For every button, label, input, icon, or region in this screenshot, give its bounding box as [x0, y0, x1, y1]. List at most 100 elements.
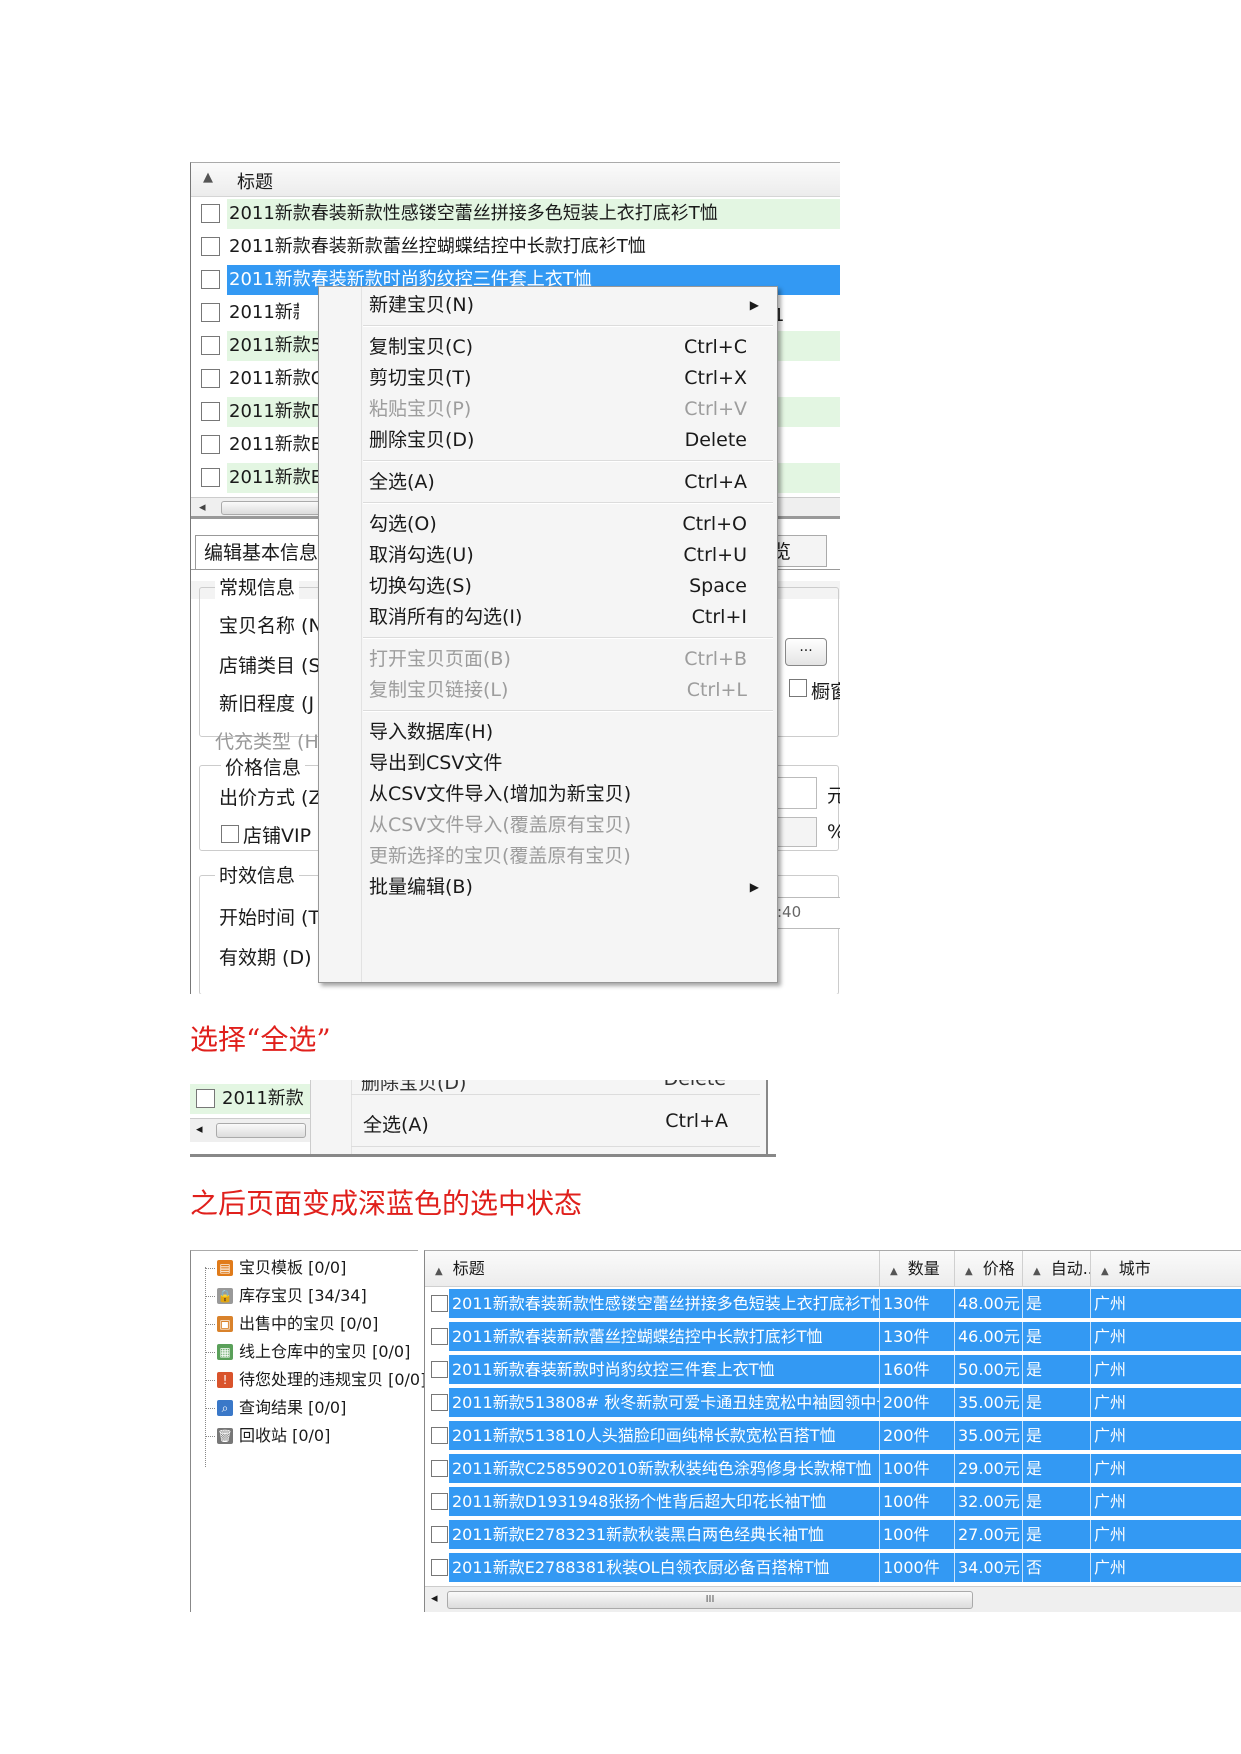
- menu-item[interactable]: 全选(A) Ctrl+A: [369, 466, 759, 498]
- row-checkbox[interactable]: [201, 369, 220, 388]
- menu-item-label: 批量编辑(B): [369, 876, 473, 898]
- column-header[interactable]: ▲ 自动...: [1023, 1251, 1091, 1287]
- tree-node[interactable]: 🔒 库存宝贝 [34/34]: [205, 1281, 367, 1311]
- menu-item[interactable]: 从CSV文件导入(增加为新宝贝): [369, 778, 759, 810]
- submenu-arrow-icon: ▶: [749, 880, 759, 894]
- menu-item[interactable]: 导出到CSV文件: [369, 747, 759, 779]
- table-cell: 130件: [880, 1322, 955, 1351]
- menu-item[interactable]: 复制宝贝(C) Ctrl+C: [369, 331, 759, 363]
- table-row[interactable]: 2011新款C2585902010新款秋装纯色涂鸦修身长款棉T恤 100件 29.0…: [425, 1452, 1241, 1485]
- menu-item[interactable]: 更新选择的宝贝(覆盖原有宝贝): [369, 840, 759, 872]
- row-checkbox[interactable]: [201, 468, 220, 487]
- scroll-thumb[interactable]: III: [447, 1591, 973, 1609]
- row-checkbox[interactable]: [201, 270, 220, 289]
- row-checkbox[interactable]: [431, 1559, 448, 1576]
- group-general: 常规信息: [215, 573, 300, 600]
- menu-shortcut: Ctrl+U: [683, 544, 747, 566]
- tree-node[interactable]: 🗑 回收站 [0/0]: [205, 1421, 330, 1451]
- menu-item-label: 新建宝贝(N): [369, 294, 475, 316]
- row-checkbox[interactable]: [431, 1328, 448, 1345]
- sort-asc-icon: ▲: [965, 1266, 973, 1277]
- more-button[interactable]: ···: [785, 638, 827, 666]
- row-checkbox[interactable]: [431, 1493, 448, 1510]
- window-checkbox[interactable]: [789, 679, 807, 697]
- table-row[interactable]: 2011新款513808# 秋冬新款可爱卡通丑娃宽松中袖圆领中长版T恤200件3…: [425, 1386, 1241, 1419]
- menu-item[interactable]: 批量编辑(B) ▶: [369, 871, 759, 903]
- tree-node[interactable]: ▣ 出售中的宝贝 [0/0]: [205, 1309, 378, 1339]
- horizontal-scrollbar[interactable]: ◂: [190, 1118, 310, 1142]
- table-cell: 2011新款E2788381秋装OL白领衣厨必备百搭棉T恤: [449, 1553, 880, 1582]
- table-cell: 2011新款E2783231新款秋装黑白两色经典长袖T恤: [449, 1520, 880, 1549]
- column-header[interactable]: ▲ 城市: [1091, 1251, 1241, 1287]
- tree-node[interactable]: ▤ 宝贝模板 [0/0]: [205, 1253, 346, 1283]
- row-checkbox[interactable]: [201, 204, 220, 223]
- table-row[interactable]: 2011新款D1931948张扬个性背后超大印花长袖T恤 100件 32.00元是广…: [425, 1485, 1241, 1518]
- menu-item[interactable]: 取消所有的勾选(I) Ctrl+I: [369, 601, 759, 633]
- tree-node[interactable]: ! 待您处理的违规宝贝 [0/0]: [205, 1365, 426, 1395]
- menu-item[interactable]: 剪切宝贝(T) Ctrl+X: [369, 362, 759, 394]
- column-header[interactable]: ▲ 数量: [880, 1251, 955, 1287]
- menu-item[interactable]: 删除宝贝(D) Delete: [369, 424, 759, 456]
- menu-item[interactable]: 粘贴宝贝(P) Ctrl+V: [369, 393, 759, 425]
- menu-item[interactable]: 勾选(O) Ctrl+O: [369, 508, 759, 540]
- column-header[interactable]: ▲ 价格: [955, 1251, 1023, 1287]
- scroll-left-icon[interactable]: ◂: [199, 500, 206, 515]
- table-row[interactable]: 2011新款E2788381秋装OL白领衣厨必备百搭棉T恤 1000件 34.00元…: [425, 1551, 1241, 1584]
- label-condition: 新旧程度 (J: [219, 693, 315, 715]
- menu-item[interactable]: 取消勾选(U) Ctrl+U: [369, 539, 759, 571]
- column-header[interactable]: ▲ 标题: [425, 1251, 880, 1287]
- vip-checkbox[interactable]: [221, 825, 239, 843]
- menu-item-select-all[interactable]: 全选(A): [363, 1110, 429, 1137]
- context-menu: 新建宝贝(N) ▶ 复制宝贝(C) Ctrl+C 剪切宝贝(T) Ctrl+X 粘贴宝贝(P…: [318, 286, 778, 983]
- scroll-left-icon[interactable]: ◂: [196, 1122, 203, 1137]
- row-checkbox[interactable]: [201, 402, 220, 421]
- tab-edit-basic[interactable]: 编辑基本信息: [195, 535, 335, 569]
- row-checkbox[interactable]: [431, 1394, 448, 1411]
- table-cell: 2011新款C2585902010新款秋装纯色涂鸦修身长款棉T恤: [449, 1454, 880, 1483]
- table-row[interactable]: 2011新款春装新款性感镂空蕾丝拼接多色短装上衣打底衫T恤 130件 48.00元是…: [425, 1287, 1241, 1320]
- tree-node[interactable]: ⌕ 查询结果 [0/0]: [205, 1393, 346, 1423]
- table-cell: 27.00元: [955, 1520, 1023, 1549]
- row-checkbox[interactable]: [201, 237, 220, 256]
- tree-branch: [205, 1380, 215, 1381]
- row-checkbox[interactable]: [431, 1427, 448, 1444]
- menu-item[interactable]: 从CSV文件导入(覆盖原有宝贝): [369, 809, 759, 841]
- table-row[interactable]: 2011新款E2783231新款秋装黑白两色经典长袖T恤 100件 27.00元是广…: [425, 1518, 1241, 1551]
- table-row[interactable]: 2011新款春装新款蕾丝控蝴蝶结控中长款打底衫T恤 130件 46.00元是广州: [425, 1320, 1241, 1353]
- list-item[interactable]: 2011新款春装新款性感镂空蕾丝拼接多色短装上衣打底衫T恤: [191, 197, 840, 230]
- scroll-thumb[interactable]: [216, 1123, 306, 1138]
- trash-icon: 🗑: [217, 1427, 233, 1444]
- row-checkbox[interactable]: [201, 336, 220, 355]
- list-header[interactable]: ▲ 标题: [191, 163, 840, 197]
- row-checkbox[interactable]: [431, 1460, 448, 1477]
- table-cell: 广州: [1091, 1322, 1241, 1351]
- row-checkbox[interactable]: [201, 303, 220, 322]
- unit-percent: %: [827, 821, 840, 843]
- time-value: :40: [777, 903, 802, 921]
- table-cell: 200件: [880, 1421, 955, 1450]
- list-item[interactable]: 2011新款春装新款蕾丝控蝴蝶结控中长款打底衫T恤: [191, 230, 840, 263]
- menu-shortcut: Ctrl+C: [684, 336, 747, 358]
- row-checkbox[interactable]: [431, 1295, 448, 1312]
- label-recharge-type: 代充类型 (H: [215, 731, 319, 753]
- table-row[interactable]: 2011新款513810人头猫脸印画纯棉长款宽松百搭T恤 200件 35.00元是广…: [425, 1419, 1241, 1452]
- table-cell: 是: [1023, 1322, 1091, 1351]
- menu-item[interactable]: 导入数据库(H): [369, 716, 759, 748]
- row-checkbox[interactable]: [201, 435, 220, 454]
- table-cell: 广州: [1091, 1487, 1241, 1516]
- shortcut-select-all: Ctrl+A: [665, 1110, 728, 1132]
- menu-item[interactable]: 打开宝贝页面(B) Ctrl+B: [369, 643, 759, 675]
- row-checkbox[interactable]: [431, 1526, 448, 1543]
- menu-item-delete-cropped[interactable]: 删除宝贝(D): [361, 1080, 466, 1095]
- menu-item[interactable]: 新建宝贝(N) ▶: [369, 289, 759, 321]
- table-row[interactable]: 2011新款春装新款时尚豹纹控三件套上衣T恤 160件 50.00元是广州: [425, 1353, 1241, 1386]
- list-item[interactable]: 2011新款E: [190, 1084, 310, 1139]
- table-cell: 29.00元: [955, 1454, 1023, 1483]
- menu-item[interactable]: 切换勾选(S) Space: [369, 570, 759, 602]
- grid-horizontal-scrollbar[interactable]: ◂ III: [425, 1586, 1241, 1612]
- row-checkbox[interactable]: [196, 1089, 215, 1108]
- scroll-left-icon[interactable]: ◂: [431, 1591, 438, 1606]
- tree-node[interactable]: ▦ 线上仓库中的宝贝 [0/0]: [205, 1337, 410, 1367]
- menu-item[interactable]: 复制宝贝链接(L) Ctrl+L: [369, 674, 759, 706]
- row-checkbox[interactable]: [431, 1361, 448, 1378]
